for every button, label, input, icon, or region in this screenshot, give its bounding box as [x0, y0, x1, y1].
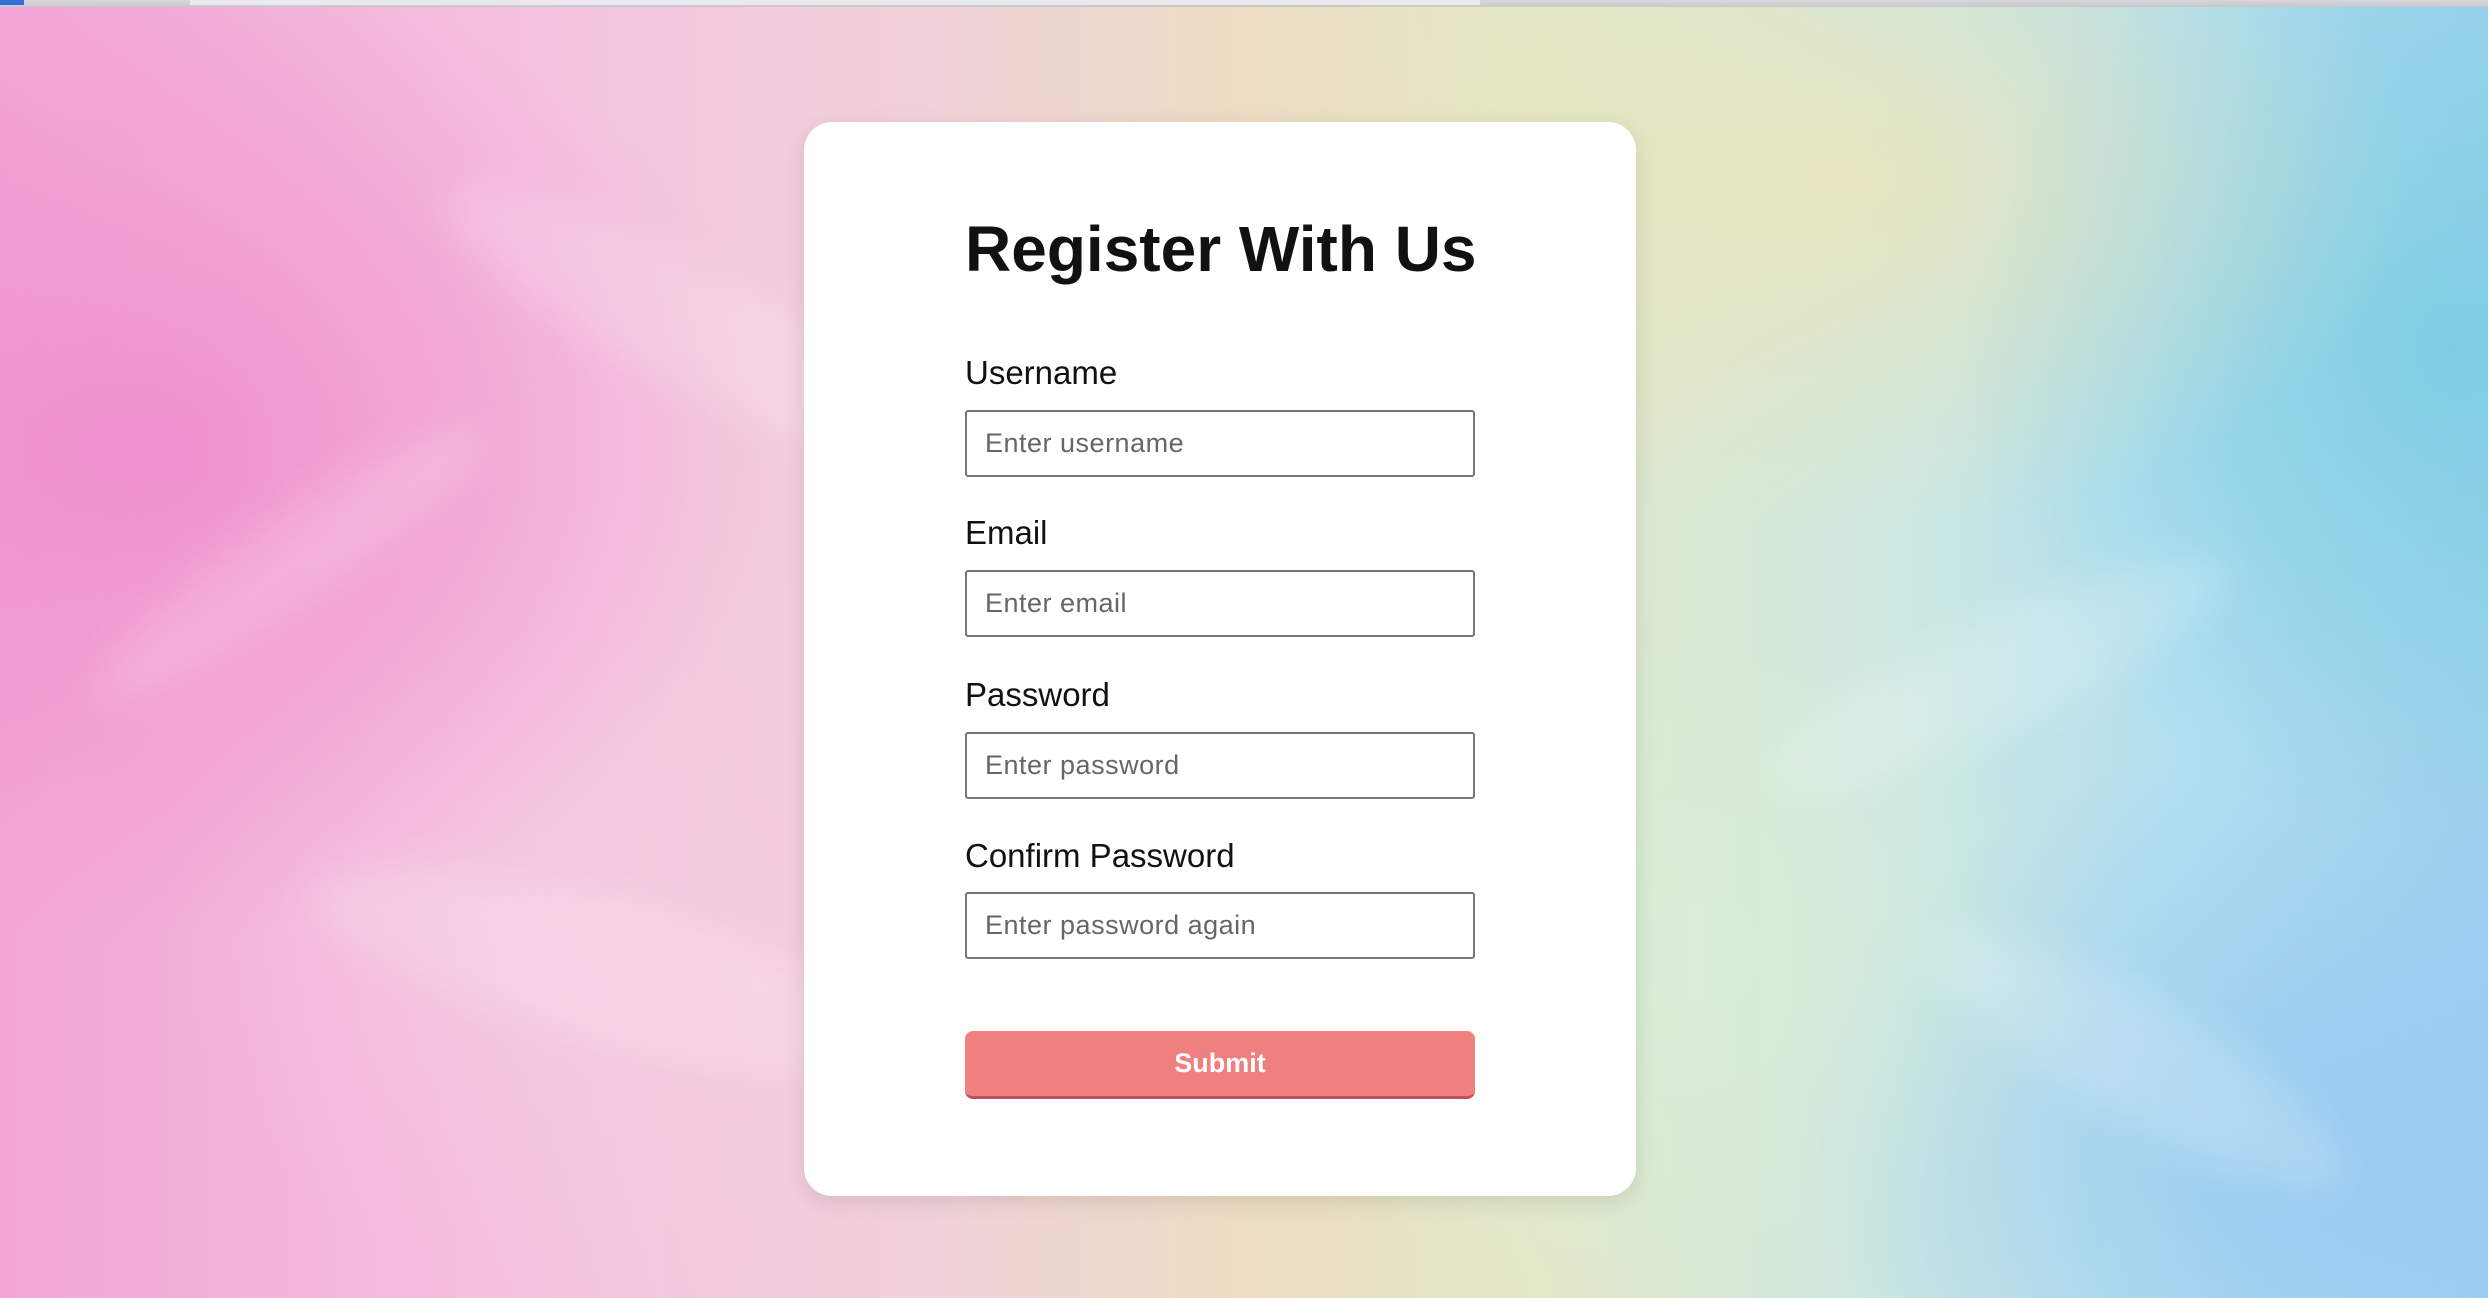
form-title: Register With Us — [965, 213, 1477, 285]
top-strip-segment — [190, 0, 1480, 5]
submit-button[interactable]: Submit — [965, 1031, 1475, 1099]
email-input[interactable] — [965, 570, 1475, 637]
confirm-password-label: Confirm Password — [965, 837, 1235, 874]
background-feather — [75, 396, 505, 734]
top-strip-accent — [0, 0, 24, 5]
browser-top-strip — [0, 0, 2488, 7]
username-input[interactable] — [965, 410, 1475, 477]
register-card: Register With Us Username Email Password… — [804, 122, 1636, 1196]
password-input[interactable] — [965, 732, 1475, 799]
background-feather — [1750, 519, 2250, 831]
username-label: Username — [965, 354, 1118, 391]
background-feather — [1902, 888, 2378, 1232]
email-label: Email — [965, 514, 1048, 551]
confirm-password-input[interactable] — [965, 892, 1475, 959]
password-label: Password — [965, 676, 1110, 713]
